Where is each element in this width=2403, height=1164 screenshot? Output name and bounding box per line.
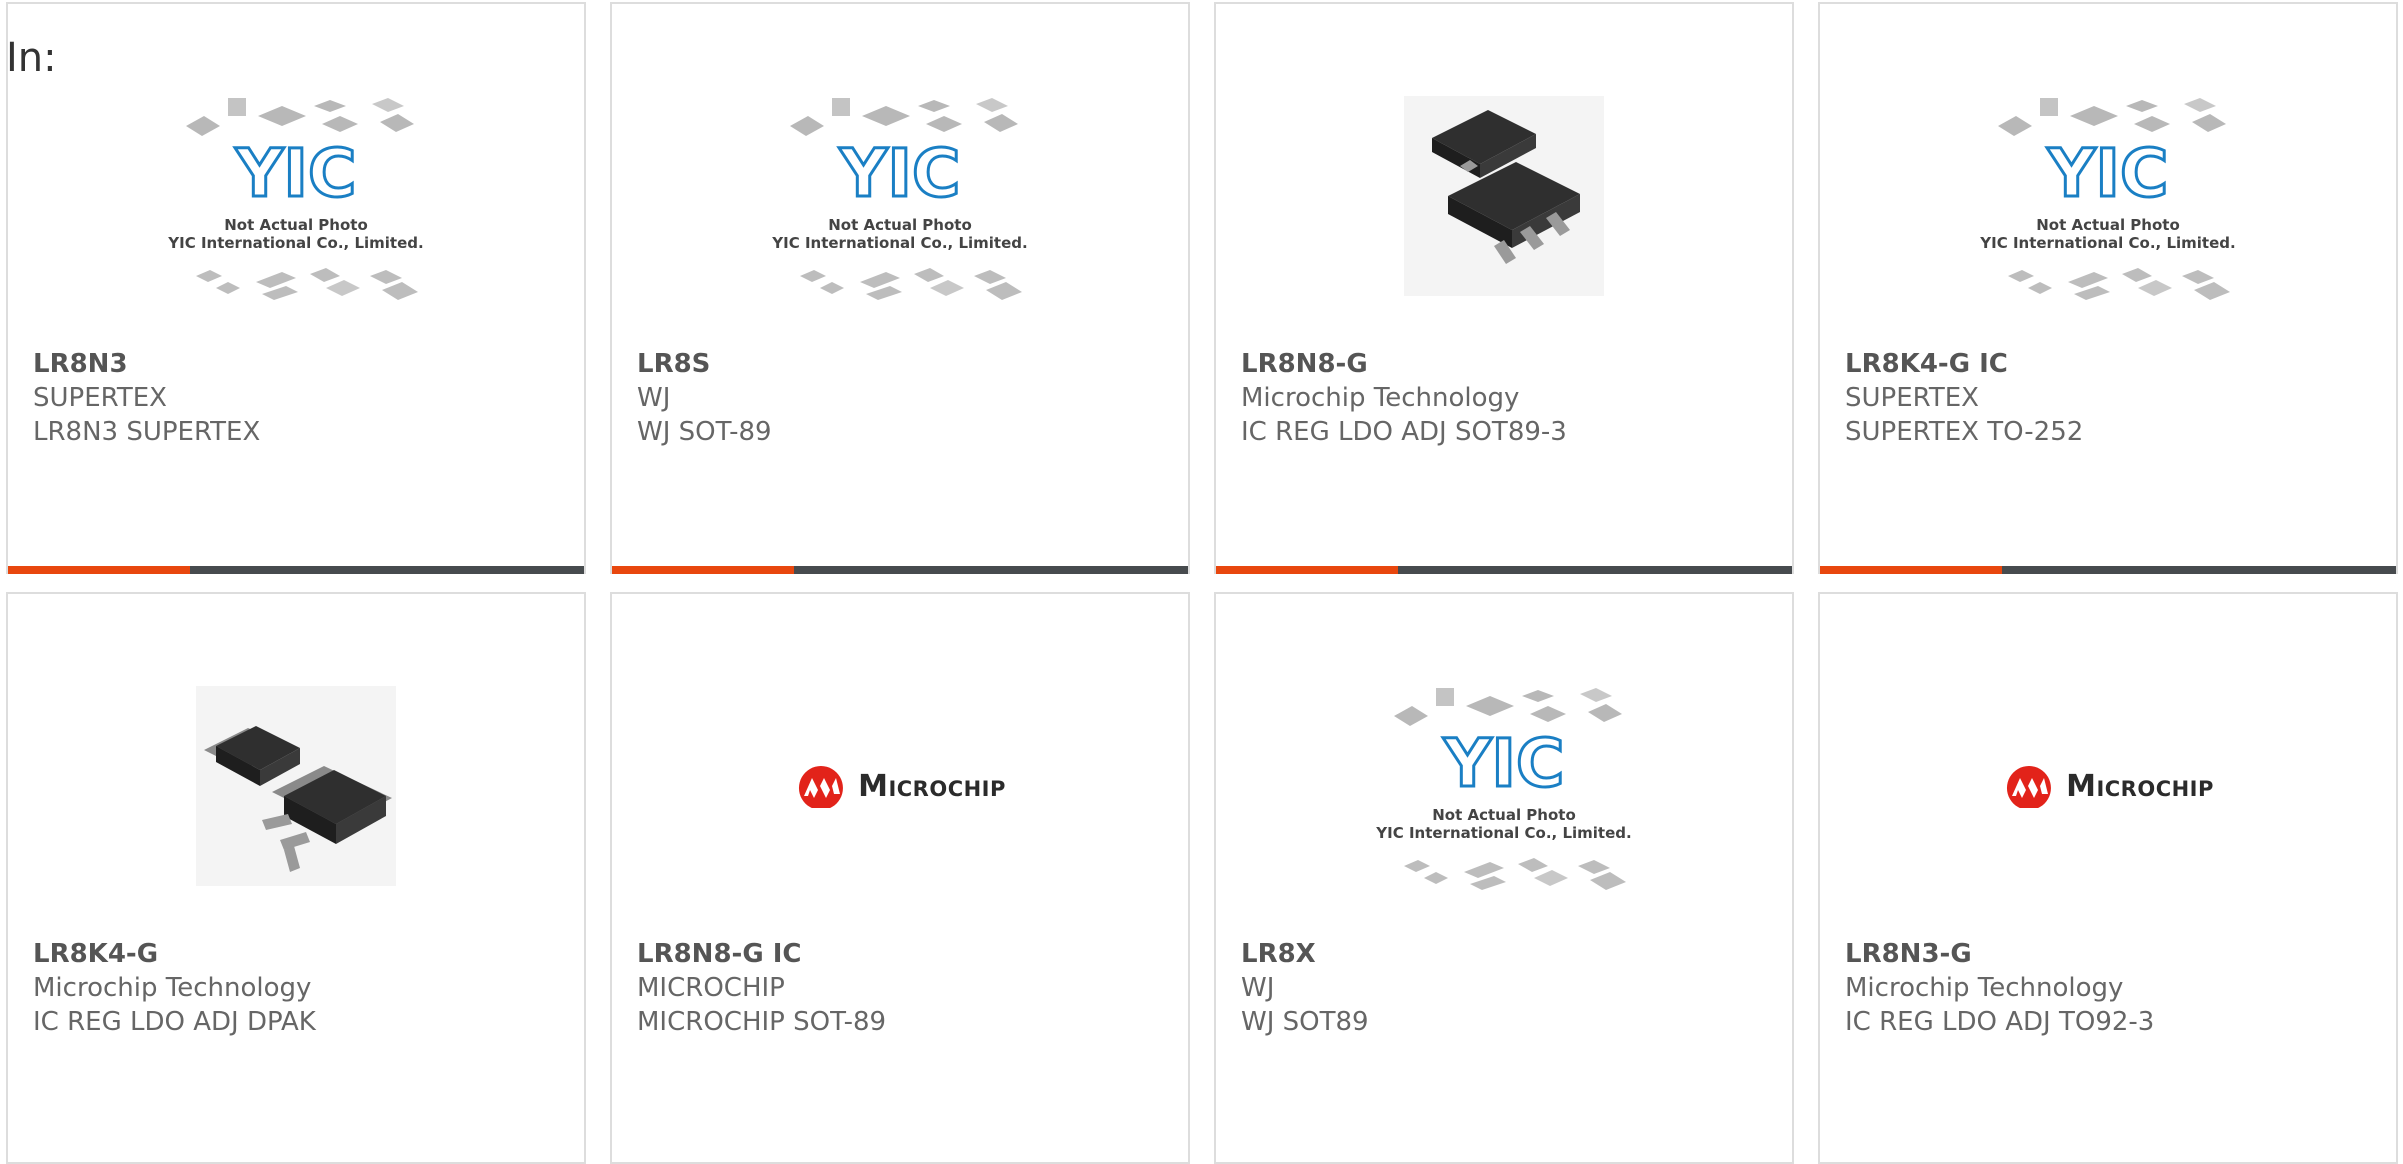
yic-placeholder-icon: YIC Not Actual Photo YIC International C…	[1979, 98, 2236, 300]
placeholder-line1: Not Actual Photo	[2036, 216, 2180, 234]
product-part-number[interactable]: LR8K4-G	[33, 937, 568, 971]
microchip-logo-text: Microchip	[2066, 768, 2214, 804]
product-manufacturer: WJ	[637, 383, 671, 413]
placeholder-line1: Not Actual Photo	[224, 216, 368, 234]
product-description: IC REG LDO ADJ TO92-3	[1845, 1007, 2155, 1037]
card-accent-bar	[8, 566, 584, 574]
product-description: IC REG LDO ADJ SOT89-3	[1241, 417, 1567, 447]
product-part-number[interactable]: LR8K4-G IC	[1845, 347, 2380, 381]
product-image: YIC Not Actual Photo YIC International C…	[612, 48, 1188, 344]
product-part-number[interactable]: LR8N8-G	[1241, 347, 1776, 381]
svg-text:YIC: YIC	[839, 135, 961, 212]
product-card[interactable]: Microchip LR8N3-G Microchip Technology I…	[1818, 592, 2398, 1164]
svg-text:YIC: YIC	[2047, 135, 2169, 212]
placeholder-line2: YIC International Co., Limited.	[1979, 234, 2235, 252]
placeholder-line1: Not Actual Photo	[828, 216, 972, 234]
product-part-number[interactable]: LR8N3-G	[1845, 937, 2380, 971]
product-description: LR8N3 SUPERTEX	[33, 417, 261, 447]
product-description: MICROCHIP SOT-89	[637, 1007, 887, 1037]
product-part-number[interactable]: LR8N3	[33, 347, 568, 381]
yic-placeholder-icon: YIC Not Actual Photo YIC International C…	[1375, 688, 1632, 890]
product-description: IC REG LDO ADJ DPAK	[33, 1007, 316, 1037]
product-card[interactable]: LR8N8-G Microchip Technology IC REG LDO …	[1214, 2, 1794, 574]
product-part-number[interactable]: LR8X	[1241, 937, 1776, 971]
svg-text:YIC: YIC	[235, 135, 357, 212]
product-manufacturer: MICROCHIP	[637, 973, 785, 1003]
in-label: In:	[6, 35, 57, 81]
yic-placeholder-icon: YIC Not Actual Photo YIC International C…	[167, 98, 424, 300]
product-image: Microchip	[1820, 638, 2396, 934]
product-card[interactable]: LR8K4-G Microchip Technology IC REG LDO …	[6, 592, 586, 1164]
product-description: WJ SOT89	[1241, 1007, 1369, 1037]
microchip-logo: Microchip	[2002, 764, 2214, 808]
microchip-logo-icon	[2007, 766, 2052, 808]
placeholder-line2: YIC International Co., Limited.	[771, 234, 1027, 252]
product-part-number[interactable]: LR8S	[637, 347, 1172, 381]
product-image: YIC Not Actual Photo YIC International C…	[1216, 638, 1792, 934]
product-manufacturer: SUPERTEX	[1845, 383, 1979, 413]
placeholder-line1: Not Actual Photo	[1432, 806, 1576, 824]
product-manufacturer: Microchip Technology	[33, 973, 312, 1003]
microchip-logo-icon	[799, 766, 844, 808]
product-image: Microchip	[612, 638, 1188, 934]
product-image: YIC Not Actual Photo YIC International C…	[8, 48, 584, 344]
microchip-logo-text: Microchip	[858, 768, 1006, 804]
product-manufacturer: Microchip Technology	[1241, 383, 1520, 413]
sot89-package-icon	[1404, 96, 1604, 296]
product-image	[8, 638, 584, 934]
microchip-logo: Microchip	[794, 764, 1006, 808]
product-image: YIC Not Actual Photo YIC International C…	[1820, 48, 2396, 344]
card-accent-bar	[612, 566, 1188, 574]
product-manufacturer: Microchip Technology	[1845, 973, 2124, 1003]
dpak-package-icon	[196, 686, 396, 886]
placeholder-line2: YIC International Co., Limited.	[167, 234, 423, 252]
product-card[interactable]: YIC Not Actual Photo YIC International C…	[6, 2, 586, 574]
product-card[interactable]: YIC Not Actual Photo YIC International C…	[1818, 2, 2398, 574]
product-description: SUPERTEX TO-252	[1845, 417, 2084, 447]
product-description: WJ SOT-89	[637, 417, 772, 447]
svg-text:YIC: YIC	[1443, 725, 1565, 802]
yic-placeholder-icon: YIC Not Actual Photo YIC International C…	[771, 98, 1028, 300]
product-card[interactable]: YIC Not Actual Photo YIC International C…	[610, 2, 1190, 574]
card-accent-bar	[1820, 566, 2396, 574]
product-image	[1216, 48, 1792, 344]
card-accent-bar	[1216, 566, 1792, 574]
product-card[interactable]: YIC Not Actual Photo YIC International C…	[1214, 592, 1794, 1164]
product-card[interactable]: Microchip LR8N8-G IC MICROCHIP MICROCHIP…	[610, 592, 1190, 1164]
placeholder-line2: YIC International Co., Limited.	[1375, 824, 1631, 842]
product-manufacturer: WJ	[1241, 973, 1275, 1003]
product-part-number[interactable]: LR8N8-G IC	[637, 937, 1172, 971]
product-manufacturer: SUPERTEX	[33, 383, 167, 413]
